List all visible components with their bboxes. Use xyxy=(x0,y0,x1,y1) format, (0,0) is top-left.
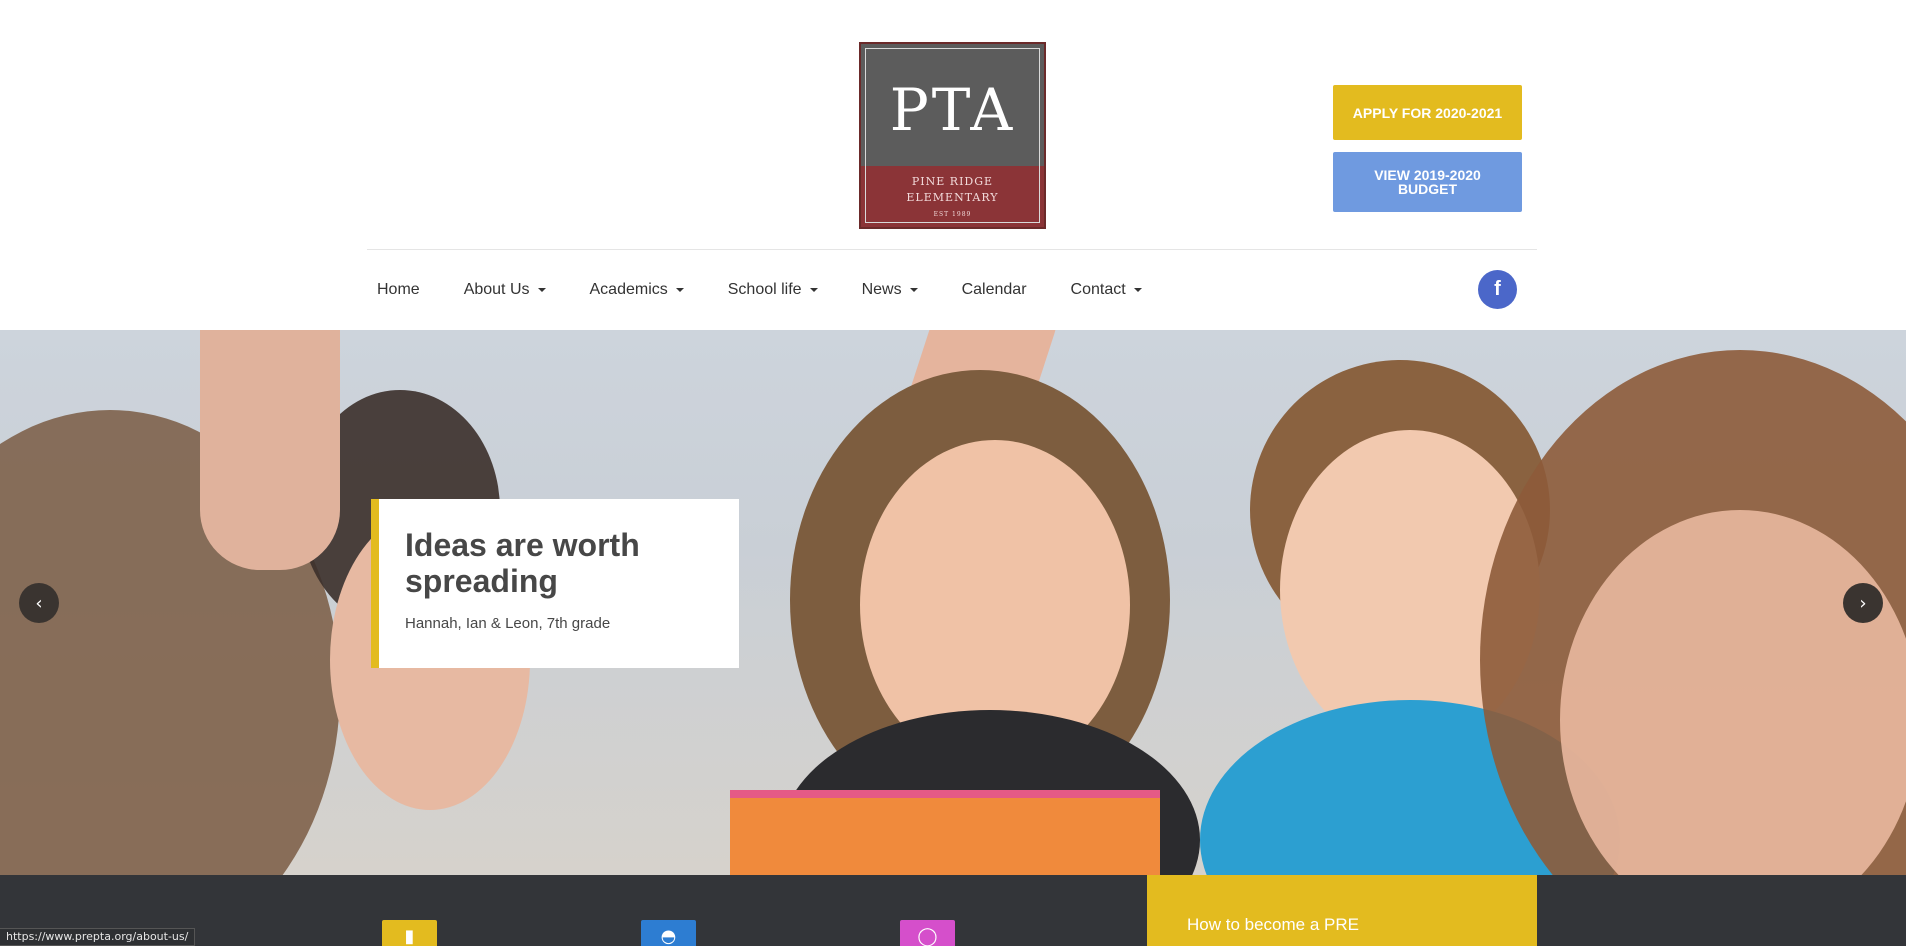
browser-status-bar: https://www.prepta.org/about-us/ xyxy=(0,928,196,946)
nav-item-contact[interactable]: Contact xyxy=(1061,281,1152,299)
nav-item-label: About Us xyxy=(463,281,530,298)
apply-button[interactable]: APPLY FOR 2020-2021 xyxy=(1333,85,1522,140)
compass-icon[interactable]: ◓ xyxy=(641,920,696,946)
hero-headline: Ideas are worth spreading xyxy=(405,527,640,599)
main-nav: Home About Us Academics School life News Cale… xyxy=(367,270,1176,310)
caret-down-icon xyxy=(809,288,818,292)
hero-photo-shape xyxy=(200,330,340,570)
logo-title: PTA xyxy=(889,76,1016,144)
nav-item-label: Contact xyxy=(1070,281,1126,298)
nav-item-about-us[interactable]: About Us xyxy=(454,281,556,299)
slider-prev-button[interactable]: ‹ xyxy=(19,583,59,623)
pta-logo[interactable]: PTA PINE RIDGE ELEMENTARY EST 1989 xyxy=(859,42,1046,229)
nav-item-news[interactable]: News xyxy=(852,281,928,299)
chevron-left-icon: ‹ xyxy=(35,592,43,614)
facebook-icon[interactable]: f xyxy=(1478,270,1517,309)
logo-school-line-2: ELEMENTARY xyxy=(906,191,999,204)
page: PTA PINE RIDGE ELEMENTARY EST 1989 APPLY… xyxy=(0,0,1906,946)
nav-item-label: Home xyxy=(377,281,420,298)
hero-subline: Hannah, Ian & Leon, 7th grade xyxy=(405,615,611,632)
nav-item-home[interactable]: Home xyxy=(367,281,430,299)
header-divider xyxy=(367,249,1537,250)
nav-item-academics[interactable]: Academics xyxy=(580,281,694,299)
view-budget-button[interactable]: VIEW 2019-2020 BUDGET xyxy=(1333,152,1522,212)
nav-item-label: News xyxy=(861,281,902,298)
hero-slider: Ideas are worth spreading Hannah, Ian & … xyxy=(0,330,1906,875)
become-member-text: How to become a PRE xyxy=(1187,915,1359,934)
nav-item-calendar[interactable]: Calendar xyxy=(952,281,1037,299)
nav-item-label: Calendar xyxy=(961,281,1027,298)
caret-down-icon xyxy=(909,288,918,292)
caret-down-icon xyxy=(537,288,546,292)
compass-glyph: ◓ xyxy=(660,926,677,946)
nav-item-school-life[interactable]: School life xyxy=(718,281,828,299)
hero-photo-shape xyxy=(730,790,1160,875)
book-glyph: ▮ xyxy=(404,926,415,946)
caret-down-icon xyxy=(675,288,684,292)
site-header: PTA PINE RIDGE ELEMENTARY EST 1989 APPLY… xyxy=(0,0,1906,330)
logo-school-name: PINE RIDGE ELEMENTARY xyxy=(861,174,1044,206)
nav-item-label: Academics xyxy=(589,281,668,298)
nav-item-label: School life xyxy=(727,281,802,298)
chevron-right-icon: › xyxy=(1859,592,1867,614)
slider-next-button[interactable]: › xyxy=(1843,583,1883,623)
logo-school-line-1: PINE RIDGE xyxy=(911,175,994,188)
book-icon[interactable]: ▮ xyxy=(382,920,437,946)
hero-caption: Ideas are worth spreading Hannah, Ian & … xyxy=(371,499,739,668)
search-icon[interactable]: ◯ xyxy=(900,920,955,946)
caret-down-icon xyxy=(1133,288,1142,292)
facebook-glyph: f xyxy=(1494,278,1501,300)
search-glyph: ◯ xyxy=(917,926,938,946)
become-member-panel[interactable]: How to become a PRE xyxy=(1147,875,1537,946)
logo-est: EST 1989 xyxy=(933,211,972,218)
